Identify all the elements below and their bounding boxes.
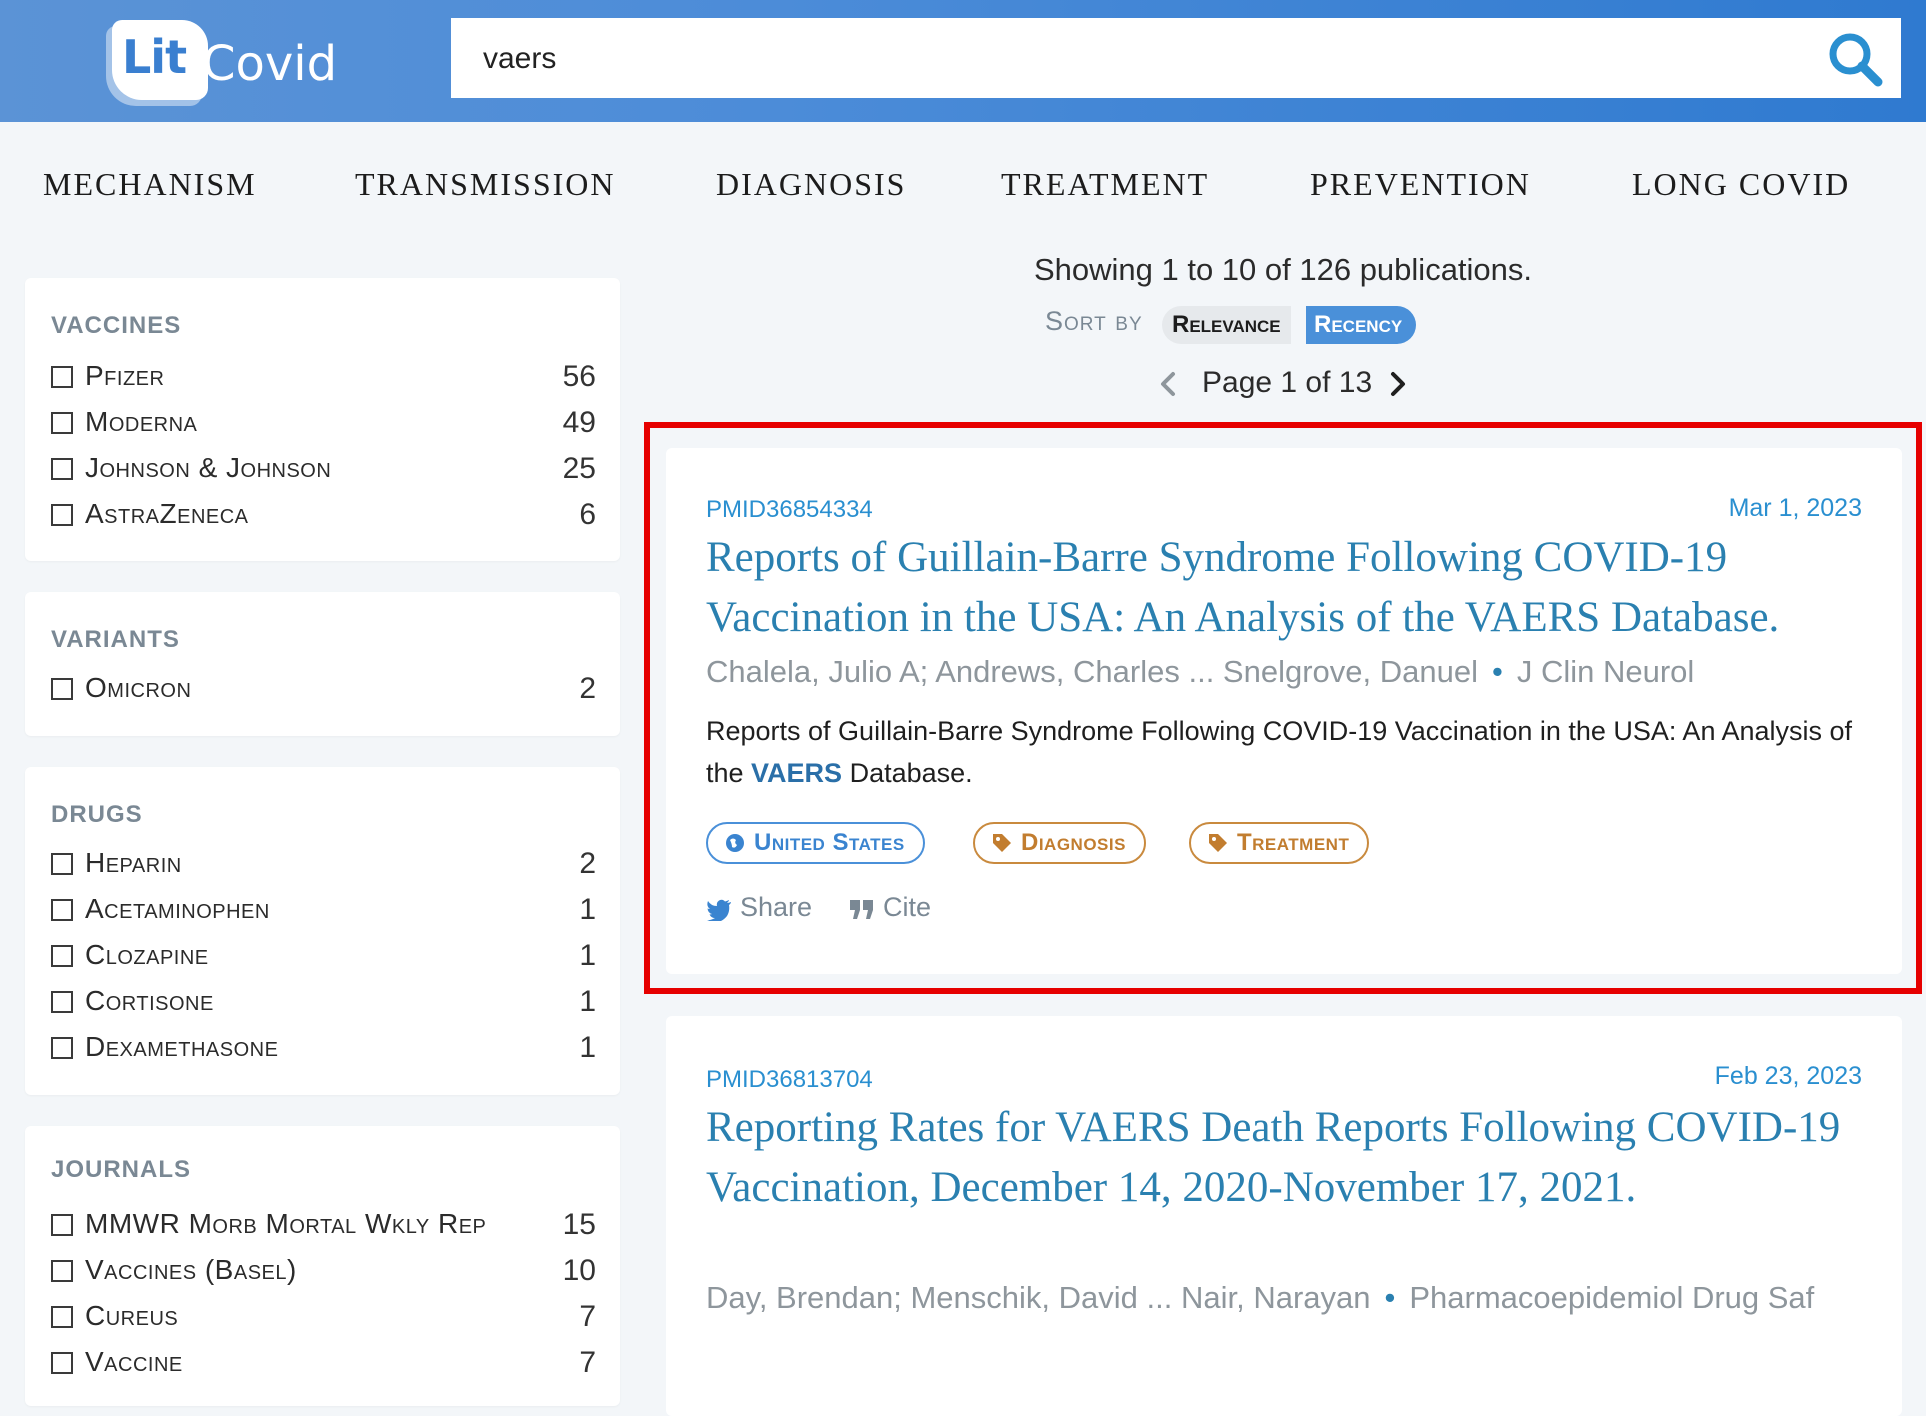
filter-count: 1 [579,893,596,926]
search-input[interactable] [481,18,1785,100]
checkbox[interactable] [51,1306,73,1328]
filter-option-heparin[interactable]: Heparin 2 [51,847,596,887]
filter-option-cureus[interactable]: Cureus 7 [51,1300,596,1340]
filter-count: 1 [579,939,596,972]
checkbox[interactable] [51,1214,73,1236]
pmid-link[interactable]: PMID36813704 [706,1066,873,1094]
filter-option-astrazeneca[interactable]: AstraZeneca 6 [51,498,596,538]
highlight-box [644,422,1922,994]
filter-title: VARIANTS [51,626,180,653]
filter-label: Omicron [85,672,192,703]
checkbox[interactable] [51,945,73,967]
filter-option-cortisone[interactable]: Cortisone 1 [51,985,596,1025]
checkbox[interactable] [51,1352,73,1374]
checkbox[interactable] [51,991,73,1013]
filter-label: Dexamethasone [85,1031,279,1062]
filter-count: 25 [562,452,596,485]
filter-count: 56 [562,360,596,393]
filter-option-mmwr[interactable]: MMWR Morb Mortal Wkly Rep 15 [51,1208,596,1248]
checkbox[interactable] [51,458,73,480]
checkbox[interactable] [51,1037,73,1059]
filter-label: Johnson & Johnson [85,452,332,483]
separator-dot: • [1384,1280,1396,1315]
filter-count: 10 [562,1254,596,1287]
filter-card-vaccines: VACCINES Pfizer 56 Moderna 49 Johnson & … [25,278,620,561]
checkbox[interactable] [51,366,73,388]
filter-title: JOURNALS [51,1156,192,1183]
sort-relevance-button[interactable]: Relevance [1162,306,1291,344]
result-authors: Day, Brendan; Menschik, David ... Nair, … [706,1280,1371,1315]
sort-label: Sort by [1045,306,1143,336]
filter-option-pfizer[interactable]: Pfizer 56 [51,360,596,400]
filter-card-journals: JOURNALS MMWR Morb Mortal Wkly Rep 15 Va… [25,1126,620,1406]
search-icon[interactable] [1826,30,1884,88]
filter-count: 1 [579,1031,596,1064]
chevron-left-icon[interactable] [1156,368,1180,400]
filter-label: Moderna [85,406,198,437]
filter-count: 1 [579,985,596,1018]
nav-diagnosis[interactable]: DIAGNOSIS [716,166,906,203]
filter-option-johnson-johnson[interactable]: Johnson & Johnson 25 [51,452,596,492]
filter-label: Vaccine [85,1346,183,1377]
checkbox[interactable] [51,1260,73,1282]
filter-option-omicron[interactable]: Omicron 2 [51,672,596,712]
filter-count: 2 [579,847,596,880]
nav-transmission[interactable]: TRANSMISSION [355,166,615,203]
filter-count: 7 [579,1346,596,1379]
filter-label: MMWR Morb Mortal Wkly Rep [85,1208,487,1239]
topic-nav: MECHANISM TRANSMISSION DIAGNOSIS TREATME… [0,150,1926,220]
checkbox[interactable] [51,899,73,921]
filter-card-drugs: DRUGS Heparin 2 Acetaminophen 1 Clozapin… [25,767,620,1095]
filter-option-moderna[interactable]: Moderna 49 [51,406,596,446]
filter-count: 49 [562,406,596,439]
filter-label: Heparin [85,847,182,878]
filter-count: 7 [579,1300,596,1333]
filter-count: 2 [579,672,596,705]
filter-label: Acetaminophen [85,893,270,924]
checkbox[interactable] [51,412,73,434]
result-card: PMID36813704 Feb 23, 2023 Reporting Rate… [666,1016,1902,1416]
checkbox[interactable] [51,853,73,875]
page-label: Page 1 of 13 [1202,366,1373,399]
filter-option-vaccine[interactable]: Vaccine 7 [51,1346,596,1386]
results-count: Showing 1 to 10 of 126 publications. [1033,252,1533,287]
nav-prevention[interactable]: PREVENTION [1310,166,1531,203]
filter-option-dexamethasone[interactable]: Dexamethasone 1 [51,1031,596,1071]
filter-title: VACCINES [51,312,182,339]
result-journal: Pharmacoepidemiol Drug Saf [1409,1280,1815,1315]
filter-label: Pfizer [85,360,165,391]
filter-label: Cortisone [85,985,214,1016]
result-byline: Day, Brendan; Menschik, David ... Nair, … [706,1274,1866,1321]
chevron-right-icon[interactable] [1386,368,1410,400]
filter-label: Vaccines (Basel) [85,1254,297,1285]
sort-recency-button[interactable]: Recency [1306,306,1417,344]
filter-count: 15 [562,1208,596,1241]
filter-option-acetaminophen[interactable]: Acetaminophen 1 [51,893,596,933]
filter-title: DRUGS [51,801,143,828]
filter-label: AstraZeneca [85,498,249,529]
logo-lit-text: Lit [122,30,187,84]
result-title[interactable]: Reporting Rates for VAERS Death Reports … [706,1098,1866,1218]
checkbox[interactable] [51,504,73,526]
top-bar: Lit Covid [0,0,1926,122]
checkbox[interactable] [51,678,73,700]
publication-date: Feb 23, 2023 [1714,1062,1862,1090]
filter-card-variants: VARIANTS Omicron 2 [25,592,620,736]
filter-option-vaccines-basel[interactable]: Vaccines (Basel) 10 [51,1254,596,1294]
filter-count: 6 [579,498,596,531]
filter-label: Clozapine [85,939,209,970]
nav-treatment[interactable]: TREATMENT [1001,166,1209,203]
logo-covid-text: Covid [202,36,338,92]
nav-mechanism[interactable]: MECHANISM [43,166,257,203]
nav-long-covid[interactable]: LONG COVID [1632,166,1850,203]
filter-label: Cureus [85,1300,179,1331]
filter-option-clozapine[interactable]: Clozapine 1 [51,939,596,979]
litcovid-logo[interactable]: Lit Covid [104,16,344,106]
